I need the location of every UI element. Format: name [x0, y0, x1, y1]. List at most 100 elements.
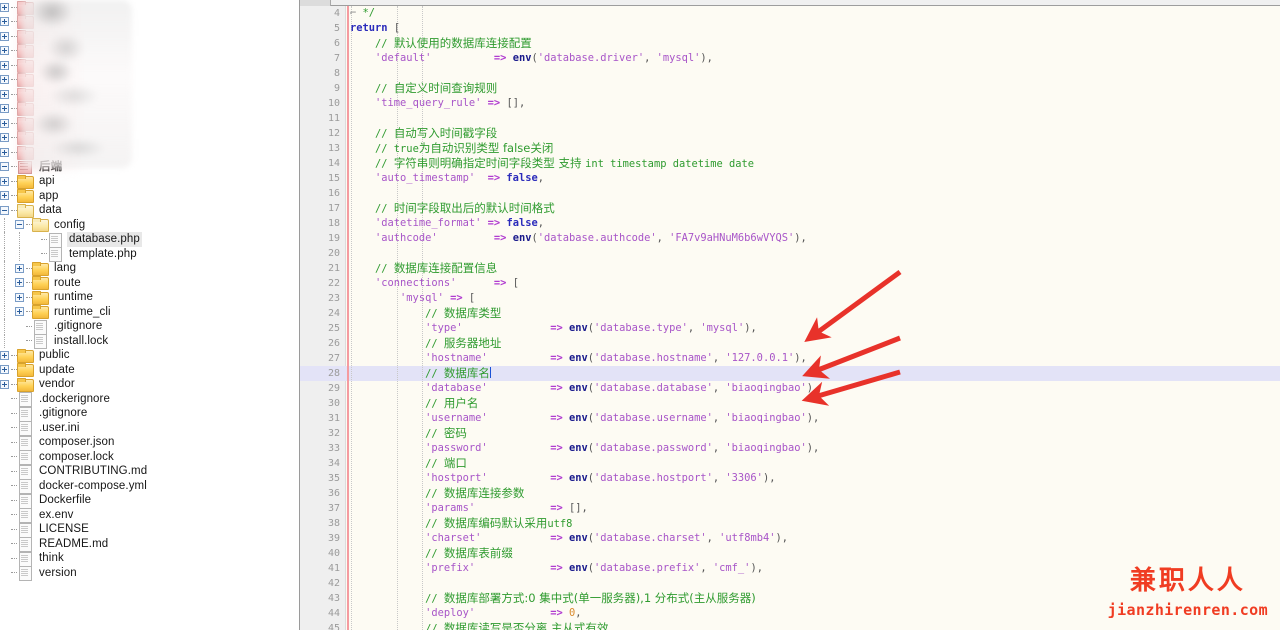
line-number[interactable]: 22 [300, 276, 340, 291]
code-line-12[interactable]: // 自动写入时间戳字段 [350, 126, 497, 141]
tree-item-data[interactable]: data [0, 203, 300, 218]
line-number[interactable]: 25 [300, 321, 340, 336]
line-number[interactable]: 29 [300, 381, 340, 396]
code-line-40[interactable]: // 数据库表前缀 [350, 546, 513, 561]
code-line-22[interactable]: 'connections' => [ [350, 276, 519, 291]
expand-toggle-icon[interactable] [0, 75, 9, 85]
line-number[interactable]: 45 [300, 621, 340, 630]
tree-item-install-lock[interactable]: install.lock [0, 333, 300, 350]
code-line-17[interactable]: // 时间字段取出后的默认时间格式 [350, 201, 555, 216]
code-line-13[interactable]: // true为自动识别类型 false关闭 [350, 141, 553, 156]
code-line-36[interactable]: // 数据库连接参数 [350, 486, 524, 501]
tree-item-redacted[interactable] [0, 73, 300, 88]
line-number[interactable]: 31 [300, 411, 340, 426]
code-line-33[interactable]: 'password' => env('database.password', '… [350, 441, 819, 456]
line-number[interactable]: 43 [300, 591, 340, 606]
tree-item-contributing-md[interactable]: CONTRIBUTING.md [0, 464, 300, 480]
line-number[interactable]: 9 [300, 81, 340, 96]
expand-toggle-icon[interactable] [0, 191, 9, 201]
line-number[interactable]: 15 [300, 171, 340, 186]
code-line-27[interactable]: 'hostname' => env('database.hostname', '… [350, 351, 807, 366]
collapse-toggle-icon[interactable] [0, 205, 9, 215]
tree-item-api[interactable]: api [0, 174, 300, 189]
code-line-24[interactable]: // 数据库类型 [350, 306, 501, 321]
collapse-toggle-icon[interactable] [15, 220, 24, 230]
code-line-41[interactable]: 'prefix' => env('database.prefix', 'cmf_… [350, 561, 763, 576]
project-tree-pane[interactable]: 后端 api app data config database.php template.p… [0, 0, 300, 630]
code-line-44[interactable]: 'deploy' => 0, [350, 606, 581, 621]
tree-item-database-php[interactable]: database.php [0, 232, 300, 248]
expand-toggle-icon[interactable] [0, 60, 9, 70]
expand-toggle-icon[interactable] [0, 133, 9, 143]
line-number[interactable]: 13 [300, 141, 340, 156]
tree-item-project-root[interactable]: 后端 [0, 160, 300, 175]
line-number[interactable]: 42 [300, 576, 340, 591]
tree-item-vendor[interactable]: vendor [0, 377, 300, 392]
tree-item-think[interactable]: think [0, 551, 300, 567]
code-line-19[interactable]: 'authcode' => env('database.authcode', '… [350, 231, 807, 246]
line-number[interactable]: 17 [300, 201, 340, 216]
tree-item-license[interactable]: LICENSE [0, 522, 300, 538]
tree-item-config[interactable]: config [0, 217, 300, 233]
tree-item-redacted[interactable] [0, 44, 300, 59]
code-line-31[interactable]: 'username' => env('database.username', '… [350, 411, 819, 426]
tree-item-app[interactable]: app [0, 189, 300, 204]
code-line-5[interactable]: return [ [350, 21, 400, 36]
tree-item-redacted[interactable] [0, 15, 300, 30]
tree-item-composer-json[interactable]: composer.json [0, 435, 300, 451]
code-line-43[interactable]: // 数据库部署方式:0 集中式(单一服务器),1 分布式(主从服务器) [350, 591, 756, 606]
line-number[interactable]: 8 [300, 66, 340, 81]
line-number[interactable]: 20 [300, 246, 340, 261]
line-number[interactable]: 27 [300, 351, 340, 366]
line-number[interactable]: 12 [300, 126, 340, 141]
tree-item-template-php[interactable]: template.php [0, 246, 300, 263]
tree-item-dockerfile[interactable]: Dockerfile [0, 493, 300, 509]
code-line-21[interactable]: // 数据库连接配置信息 [350, 261, 497, 276]
expand-toggle-icon[interactable] [0, 89, 9, 99]
expand-toggle-icon[interactable] [15, 263, 24, 273]
line-number[interactable]: 6 [300, 36, 340, 51]
tree-item-ex-env[interactable]: ex.env [0, 508, 300, 524]
tree-item-version[interactable]: version [0, 566, 300, 582]
expand-toggle-icon[interactable] [0, 31, 9, 41]
code-line-32[interactable]: // 密码 [350, 426, 467, 441]
line-number[interactable]: 14 [300, 156, 340, 171]
tree-item-redacted[interactable] [0, 131, 300, 146]
expand-toggle-icon[interactable] [15, 292, 24, 302]
tree-item-dockerignore[interactable]: .dockerignore [0, 392, 300, 408]
code-line-18[interactable]: 'datetime_format' => false, [350, 216, 544, 231]
code-line-23[interactable]: 'mysql' => [ [350, 291, 475, 306]
code-editor-pane[interactable]: 4 5 6 7 8 9 10 11 12 13 14 15 16 17 18 19 20 21 22 23 24 25 26… [300, 0, 1280, 630]
tree-item-redacted[interactable] [0, 0, 300, 15]
expand-toggle-icon[interactable] [0, 17, 9, 27]
line-number[interactable]: 10 [300, 96, 340, 111]
tree-item-user-ini[interactable]: .user.ini [0, 421, 300, 437]
project-tree-list[interactable]: 后端 api app data config database.php template.p… [0, 0, 300, 582]
code-text-area[interactable]: ⌐ */return [ // 默认使用的数据库连接配置 'default' =… [350, 6, 1280, 630]
code-line-15[interactable]: 'auto_timestamp' => false, [350, 171, 544, 186]
tree-item-redacted[interactable] [0, 102, 300, 117]
line-number[interactable]: 37 [300, 501, 340, 516]
expand-toggle-icon[interactable] [0, 379, 9, 389]
line-number[interactable]: 39 [300, 531, 340, 546]
line-number[interactable]: 23 [300, 291, 340, 306]
line-number[interactable]: 4 [300, 6, 340, 21]
line-number[interactable]: 11 [300, 111, 340, 126]
tree-item-redacted[interactable] [0, 58, 300, 73]
tree-item-redacted[interactable] [0, 87, 300, 102]
code-line-9[interactable]: // 自定义时间查询规则 [350, 81, 497, 96]
expand-toggle-icon[interactable] [15, 278, 24, 288]
expand-toggle-icon[interactable] [0, 104, 9, 114]
tree-item-readme-md[interactable]: README.md [0, 537, 300, 553]
line-number[interactable]: 24 [300, 306, 340, 321]
tree-item-runtime-cli[interactable]: runtime_cli [0, 304, 300, 320]
code-line-29[interactable]: 'database' => env('database.database', '… [350, 381, 819, 396]
tree-item-gitignore[interactable]: .gitignore [0, 319, 300, 335]
expand-toggle-icon[interactable] [0, 365, 9, 375]
expand-toggle-icon[interactable] [15, 307, 24, 317]
line-number-gutter[interactable]: 4 5 6 7 8 9 10 11 12 13 14 15 16 17 18 19 20 21 22 23 24 25 26… [300, 6, 346, 630]
line-number[interactable]: 33 [300, 441, 340, 456]
code-line-34[interactable]: // 端口 [350, 456, 467, 471]
expand-toggle-icon[interactable] [0, 2, 9, 12]
line-number[interactable]: 21 [300, 261, 340, 276]
